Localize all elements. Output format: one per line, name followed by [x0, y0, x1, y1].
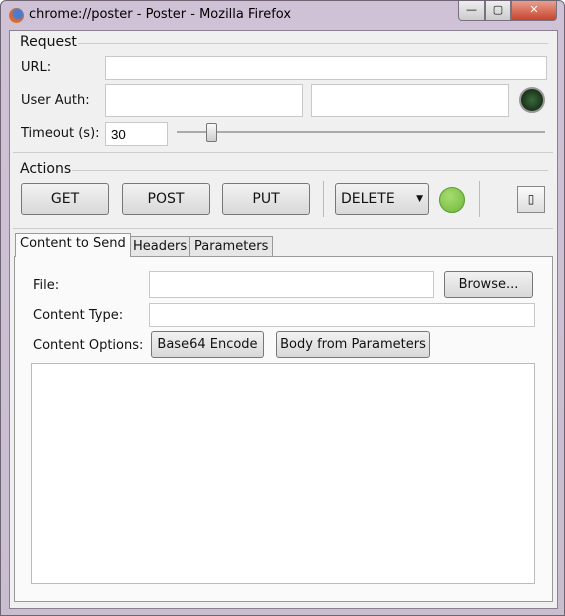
- url-input[interactable]: [105, 56, 547, 80]
- timeout-slider-thumb[interactable]: [205, 123, 217, 142]
- body-textarea[interactable]: [31, 363, 535, 584]
- dropdown-arrow-icon: ▼: [416, 194, 423, 204]
- close-button[interactable]: ✕: [511, 1, 557, 21]
- tab-content-to-send[interactable]: Content to Send: [15, 233, 131, 257]
- post-button[interactable]: POST: [122, 183, 210, 215]
- auth-password-input[interactable]: [311, 84, 509, 117]
- toggle-switch-icon[interactable]: ▯: [517, 186, 545, 213]
- minimize-button[interactable]: —: [458, 1, 485, 21]
- actions-section-label: Actions: [20, 161, 72, 177]
- maximize-button[interactable]: ▢: [485, 1, 511, 21]
- window-title: chrome://poster - Poster - Mozilla Firef…: [29, 7, 292, 22]
- method-select[interactable]: DELETE ▼: [335, 183, 429, 215]
- get-button[interactable]: GET: [21, 183, 109, 215]
- body-from-parameters-button[interactable]: Body from Parameters: [276, 331, 430, 358]
- status-indicator-icon: [439, 187, 465, 213]
- base64-encode-button[interactable]: Base64 Encode: [151, 331, 264, 358]
- method-select-value: DELETE: [341, 191, 395, 207]
- content-type-label: Content Type:: [33, 308, 124, 323]
- request-section-label: Request: [20, 34, 77, 50]
- put-button[interactable]: PUT: [222, 183, 310, 215]
- browse-button[interactable]: Browse...: [444, 271, 533, 298]
- timeout-input[interactable]: [105, 122, 168, 146]
- content-type-input[interactable]: [149, 303, 535, 327]
- firefox-icon: [9, 8, 24, 23]
- url-label: URL:: [21, 60, 52, 75]
- tab-headers[interactable]: Headers: [128, 236, 193, 258]
- timeout-label: Timeout (s):: [21, 126, 100, 141]
- auth-username-input[interactable]: [105, 84, 303, 117]
- user-auth-label: User Auth:: [21, 93, 90, 108]
- auth-status-icon[interactable]: [519, 87, 545, 113]
- file-label: File:: [33, 278, 60, 293]
- file-input[interactable]: [149, 271, 434, 298]
- content-options-label: Content Options:: [33, 338, 144, 353]
- tab-parameters[interactable]: Parameters: [189, 236, 274, 258]
- timeout-slider-track[interactable]: [177, 131, 545, 133]
